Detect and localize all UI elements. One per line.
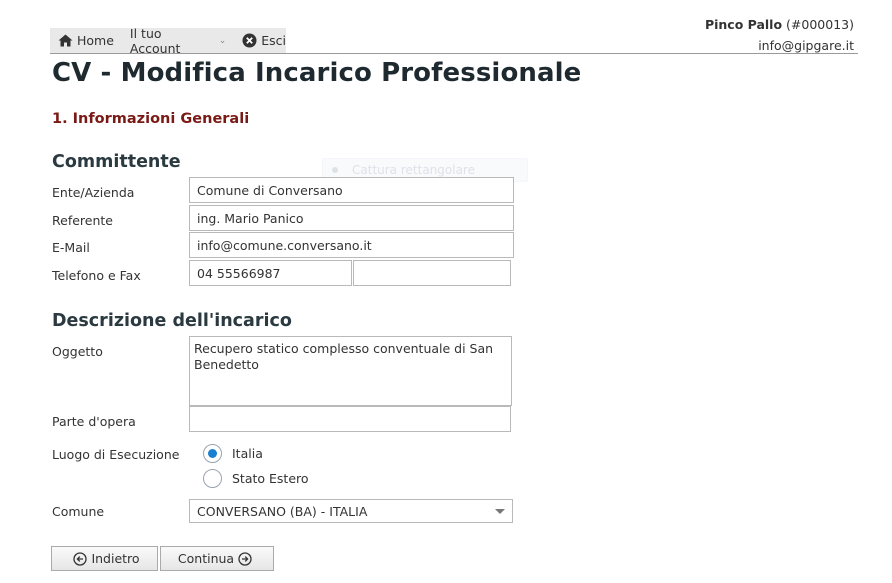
close-circle-icon [242,33,257,48]
telefono-fax-label: Telefono e Fax [52,268,141,283]
user-id: (#000013) [786,17,854,32]
nav-logout[interactable]: Esci [242,33,286,48]
back-button[interactable]: Indietro [51,546,158,571]
comune-label: Comune [52,504,105,519]
back-button-label: Indietro [91,551,140,566]
parte-opera-label: Parte d'opera [52,414,136,429]
parte-opera-input[interactable] [189,406,511,432]
capture-overlay-label: Cattura rettangolare [352,163,475,177]
nav-home-label: Home [77,33,114,48]
page-title: CV - Modifica Incarico Professionale [52,58,582,88]
referente-label: Referente [52,213,113,228]
email-label: E-Mail [52,240,90,255]
radio-italia-label: Italia [232,446,263,461]
radio-italia-control[interactable] [203,444,222,463]
radio-italia[interactable]: Italia [203,444,263,463]
section-descrizione-title: Descrizione dell'incarico [52,311,292,331]
continue-button-label: Continua [177,551,235,566]
ente-label: Ente/Azienda [52,185,135,200]
step-title: 1. Informazioni Generali [52,111,250,127]
home-icon [58,34,73,47]
radio-estero-label: Stato Estero [232,471,309,486]
nav-logout-label: Esci [261,33,286,48]
email-input[interactable] [189,232,514,258]
arrow-right-circle-icon [238,551,252,566]
oggetto-label: Oggetto [52,344,103,359]
comune-select[interactable]: CONVERSANO (BA) - ITALIA [189,499,513,523]
ente-input[interactable] [189,177,514,203]
luogo-label: Luogo di Esecuzione [52,447,180,462]
comune-select-value: CONVERSANO (BA) - ITALIA [197,503,368,519]
referente-input[interactable] [189,205,514,231]
nav-account-label: Il tuo Account [129,25,181,56]
radio-estero-control[interactable] [203,469,222,488]
user-name: Pinco Pallo [704,17,783,32]
dot-icon [332,167,338,173]
chevron-down-icon: ⌄ [218,35,227,46]
telefono-input[interactable] [189,260,352,286]
oggetto-textarea[interactable]: Recupero statico complesso conventuale d… [189,336,512,406]
arrow-left-circle-icon [73,551,88,566]
nav-account-menu[interactable]: Il tuo Account ⌄ [130,26,226,56]
dropdown-arrow-icon [495,509,505,514]
user-email: info@gipgare.it [758,38,854,53]
continue-button[interactable]: Continua [160,546,274,571]
top-navbar: Home Il tuo Account ⌄ Esci [50,26,286,56]
user-info: Pinco Pallo (#000013) info@gipgare.it [705,14,854,56]
fax-input[interactable] [353,260,511,286]
section-committente-title: Committente [52,152,181,172]
nav-home[interactable]: Home [58,33,114,48]
radio-estero[interactable]: Stato Estero [203,469,309,488]
